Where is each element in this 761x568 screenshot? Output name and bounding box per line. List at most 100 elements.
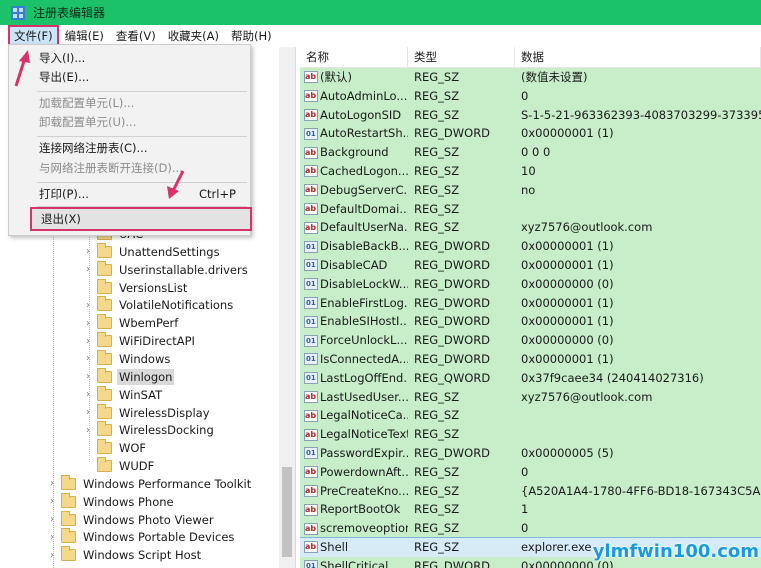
chevron-right-icon[interactable]: › [46,478,58,489]
chevron-right-icon[interactable]: › [46,532,58,543]
tree-item-winlogon[interactable]: › Winlogon [82,367,175,386]
menu-help[interactable]: 帮助(H) [225,26,278,46]
table-row[interactable]: ReportBootOk REG_SZ 1 [300,500,761,520]
table-row[interactable]: LastLogOffEnd... REG_QWORD 0x37f9caee34 (2… [300,368,761,388]
table-row[interactable]: ForceUnlockL... REG_DWORD 0x00000000 (0) [300,331,761,350]
tree-item-unattendsettings[interactable]: › UnattendSettings [82,242,222,261]
menu-view[interactable]: 查看(V) [110,26,162,46]
tree-item-winsat[interactable]: › WinSAT [82,385,164,404]
table-row[interactable]: DisableBackB... REG_DWORD 0x00000001 (1) [300,237,761,256]
menu-item-export[interactable]: 导出(E)... [9,68,250,86]
tree-scrollbar[interactable] [279,47,295,568]
chevron-right-icon[interactable]: › [82,353,94,364]
tree-item-wbemperf[interactable]: › WbemPerf [82,314,180,332]
menu-item-disconnect[interactable]: 与网络注册表断开连接(D)... [9,159,250,177]
tree-item-volatilenotifications[interactable]: › VolatileNotifications [82,296,235,314]
chevron-right-icon[interactable]: › [46,550,58,561]
string-value-icon [304,538,318,557]
table-row[interactable]: IsConnectedA... REG_DWORD 0x00000001 (1) [300,350,761,369]
table-row[interactable]: CachedLogon... REG_SZ 10 [300,162,761,181]
value-name: ForceUnlockL... [320,333,408,348]
menu-item-import[interactable]: 导入(I)... [9,49,250,67]
menu-item-exit[interactable]: 退出(X) [30,207,252,231]
chevron-right-icon[interactable]: › [82,425,94,436]
tree-item-windows-photo-viewer[interactable]: › Windows Photo Viewer [46,510,216,529]
table-row[interactable]: EnableSIHostI... REG_DWORD 0x00000001 (1) [300,312,761,332]
table-row[interactable]: Background REG_SZ 0 0 0 [300,143,761,162]
tree-item-windows-performance-toolkit[interactable]: › Windows Performance Toolkit [46,474,253,493]
table-row[interactable]: DisableLockW... REG_DWORD 0x00000000 (0) [300,274,761,294]
table-row[interactable]: PowerdownAft... REG_SZ 0 [300,462,761,482]
chevron-right-icon[interactable]: › [46,514,58,525]
tree-item-userinstallable-drivers[interactable]: › Userinstallable.drivers [82,260,250,279]
table-row[interactable]: scremoveoption REG_SZ 0 [300,519,761,538]
registry-editor-icon [11,5,25,20]
tree-scrollbar-thumb[interactable] [282,467,292,557]
tree-item-windows-phone[interactable]: › Windows Phone [46,492,176,511]
tree-item-wirelessdocking[interactable]: › WirelessDocking [82,421,216,439]
folder-icon [97,349,112,365]
column-header-name[interactable]: 名称 [300,47,408,68]
cell-data: 0 [521,464,529,479]
table-row[interactable]: LegalNoticeCa... REG_SZ [300,406,761,426]
chevron-right-icon[interactable]: › [82,318,94,329]
cell-data [515,425,761,444]
binary-value-icon [304,275,318,294]
value-name: IsConnectedA... [320,352,408,366]
table-row[interactable]: DisableCAD REG_DWORD 0x00000001 (1) [300,256,761,275]
tree-item-windows-script-host[interactable]: › Windows Script Host [46,546,203,564]
chevron-right-icon[interactable]: › [82,336,94,347]
tree-item-windows-portable-devices[interactable]: › Windows Portable Devices [46,528,236,546]
binary-value-icon [304,332,318,350]
cell-name: EnableSIHostI... [300,312,408,331]
tree-item-versionslist[interactable]: VersionsList [82,278,189,297]
cell-type: REG_DWORD [414,239,491,254]
chevron-right-icon[interactable]: › [82,407,94,418]
table-row[interactable]: PasswordExpir... REG_DWORD 0x00000005 (5) [300,444,761,463]
tree-item-wudf[interactable]: WUDF [82,457,156,475]
menu-item-print[interactable]: 打印(P)... Ctrl+P [9,185,250,203]
tree-item-label: Windows Phone [83,494,174,509]
menu-item-unload-hive[interactable]: 卸载配置单元(U)... [9,113,250,131]
chevron-right-icon[interactable]: › [82,264,94,275]
table-row[interactable]: DefaultDomai... REG_SZ [300,199,761,219]
column-header-type[interactable]: 类型 [408,47,515,68]
table-row[interactable]: DefaultUserNa... REG_SZ xyz7576@outlook.co… [300,218,761,238]
folder-icon [97,242,112,258]
table-row[interactable]: AutoLogonSID REG_SZ S-1-5-21-963362393-408… [300,105,761,125]
values-list-pane[interactable]: 名称 类型 数据 (默认) REG_SZ (数值未设置) AutoAdminLo...… [300,47,761,568]
tree-item-wirelessdisplay[interactable]: › WirelessDisplay [82,403,212,422]
tree-item-label: WbemPerf [119,316,179,331]
table-row[interactable]: LegalNoticeText REG_SZ [300,425,761,444]
tree-item-windows[interactable]: › Windows [82,349,172,368]
column-header-data[interactable]: 数据 [515,47,761,68]
string-value-icon [304,501,318,519]
cell-data: 0x00000001 (1) [521,314,614,329]
menu-item-load-hive[interactable]: 加载配置单元(L)... [9,94,250,112]
table-row[interactable]: (默认) REG_SZ (数值未设置) [300,68,761,87]
chevron-right-icon[interactable]: › [46,496,58,507]
menu-edit[interactable]: 编辑(E) [59,26,110,46]
tree-item-label: Windows Performance Toolkit [83,476,252,491]
cell-data [515,200,761,219]
cell-name: AutoLogonSID [300,106,408,124]
menu-item-connect[interactable]: 连接网络注册表(C)... [9,139,250,157]
cell-name: AutoAdminLo... [300,87,408,106]
table-row[interactable]: LastUsedUser... REG_SZ xyz7576@outlook.com [300,387,761,407]
chevron-right-icon[interactable]: › [82,371,94,382]
cell-name: DebugServerC... [300,181,408,200]
table-row[interactable]: DebugServerC... REG_SZ no [300,180,761,200]
table-row[interactable]: AutoAdminLo... REG_SZ 0 [300,86,761,106]
cell-name: (默认) [300,68,408,87]
chevron-right-icon[interactable]: › [82,246,94,257]
chevron-right-icon[interactable]: › [82,389,94,400]
tree-item-wof[interactable]: WOF [82,439,148,457]
cell-data: xyz7576@outlook.com [521,389,653,404]
chevron-right-icon[interactable]: › [82,300,94,311]
table-row[interactable]: EnableFirstLog... REG_DWORD 0x00000001 (1) [300,293,761,313]
table-row[interactable]: AutoRestartSh... REG_DWORD 0x00000001 (1) [300,124,761,144]
table-row[interactable]: PreCreateKno... REG_SZ {A520A1A4-1780-4FF6… [300,481,761,501]
tree-item-wifidirectapi[interactable]: › WiFiDirectAPI [82,332,197,350]
cell-type: REG_DWORD [414,558,491,568]
menu-favorites[interactable]: 收藏夹(A) [162,26,225,46]
